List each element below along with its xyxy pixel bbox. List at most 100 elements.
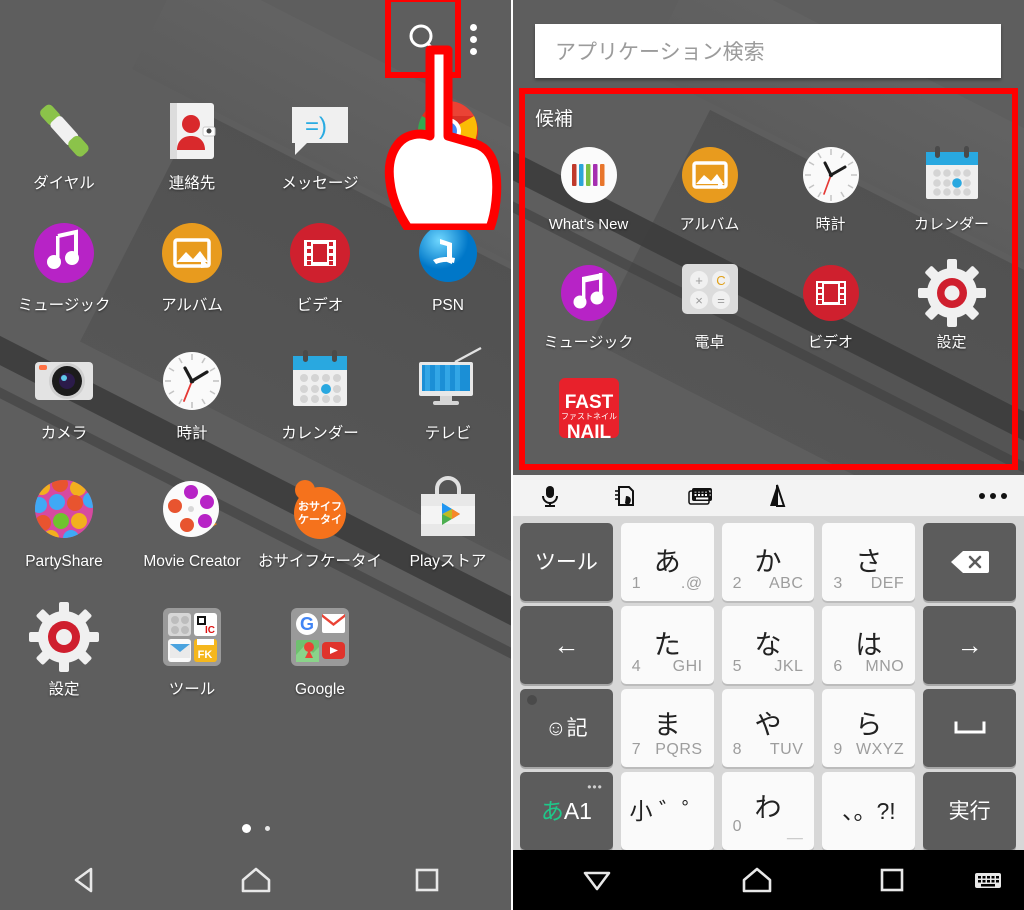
clock-icon bbox=[155, 344, 229, 418]
app-video[interactable]: ビデオ bbox=[256, 212, 384, 340]
cursor-left-key[interactable]: ← bbox=[520, 606, 613, 684]
app-grid-row: カメラ 時計 カレンダー テレビ bbox=[0, 340, 512, 468]
app-clock[interactable]: 時計 bbox=[128, 340, 256, 468]
suggestion-settings[interactable]: 設定 bbox=[891, 258, 1012, 378]
keyboard-row: ツール あ 1 .@ か 2 ABC さ 3 DEF bbox=[516, 523, 1020, 601]
suggestion-calendar[interactable]: カレンダー bbox=[891, 140, 1012, 258]
recents-button[interactable] bbox=[385, 858, 469, 902]
app-play-store[interactable]: Playストア bbox=[384, 468, 512, 596]
cursor-right-key[interactable]: → bbox=[923, 606, 1016, 684]
app-label: ダイヤル bbox=[33, 175, 95, 192]
app-label: アルバム bbox=[161, 297, 223, 314]
keyboard-picker-button[interactable] bbox=[952, 858, 1024, 902]
key-ta[interactable]: た 4 GHI bbox=[620, 606, 714, 684]
whats-new-icon bbox=[554, 140, 624, 210]
svg-text:ファストネイル: ファストネイル bbox=[561, 412, 617, 421]
emoji-symbol-key[interactable]: ☺記 bbox=[520, 689, 613, 767]
more-options-icon[interactable] bbox=[972, 481, 1014, 511]
backspace-key[interactable] bbox=[923, 523, 1016, 601]
small-dakuten-key[interactable]: 小 ゛゜ bbox=[620, 772, 714, 850]
app-tv[interactable]: テレビ bbox=[384, 340, 512, 468]
recents-button[interactable] bbox=[832, 858, 952, 902]
app-label: テレビ bbox=[424, 425, 472, 442]
suggestion-whats-new[interactable]: What's New bbox=[528, 140, 649, 258]
search-placeholder: アプリケーション検索 bbox=[555, 41, 765, 64]
space-key[interactable] bbox=[923, 689, 1016, 767]
app-grid-row: 設定 IC FK ツール G Google bbox=[0, 596, 512, 724]
key-ya[interactable]: や 8 TUV bbox=[721, 689, 815, 767]
voice-input-icon[interactable] bbox=[535, 481, 565, 511]
settings-gear-icon bbox=[917, 258, 987, 328]
hide-keyboard-button[interactable] bbox=[512, 858, 682, 902]
app-contacts[interactable]: 連絡先 bbox=[128, 90, 256, 212]
app-label: PartyShare bbox=[25, 553, 103, 570]
key-ra[interactable]: ら 9 WXYZ bbox=[822, 689, 916, 767]
svg-text:FK: FK bbox=[198, 649, 213, 661]
handwriting-input-icon[interactable] bbox=[610, 481, 640, 511]
back-button[interactable] bbox=[43, 858, 127, 902]
suggestions-row: What's New アルバム 時計 カレンダー bbox=[528, 140, 1012, 258]
app-grid-row: PartyShare Movie Creator おサイフ ケータイ おサイフケー… bbox=[0, 468, 512, 596]
home-button[interactable] bbox=[214, 858, 298, 902]
enter-key[interactable]: 実行 bbox=[923, 772, 1016, 850]
tv-icon bbox=[411, 344, 485, 418]
suggestions-title: 候補 bbox=[535, 109, 574, 130]
app-label: カレンダー bbox=[281, 425, 359, 442]
app-osaifu-keitai[interactable]: おサイフ ケータイ おサイフケータイ bbox=[256, 468, 384, 596]
app-empty-slot bbox=[384, 596, 512, 724]
video-icon bbox=[796, 258, 866, 328]
svg-text:×: × bbox=[695, 293, 703, 308]
key-more-dots: ••• bbox=[587, 780, 603, 794]
app-label: PSN bbox=[432, 297, 464, 314]
app-album[interactable]: アルバム bbox=[128, 212, 256, 340]
suggestion-clock[interactable]: 時計 bbox=[770, 140, 891, 258]
suggestions-row-clipped: FAST ファストネイル NAIL bbox=[528, 378, 1012, 438]
app-label: カメラ bbox=[40, 425, 88, 442]
app-settings[interactable]: 設定 bbox=[0, 596, 128, 724]
key-ka[interactable]: か 2 ABC bbox=[721, 523, 815, 601]
app-music[interactable]: ミュージック bbox=[0, 212, 128, 340]
app-camera[interactable]: カメラ bbox=[0, 340, 128, 468]
folder-google[interactable]: G Google bbox=[256, 596, 384, 724]
page-dot-active[interactable] bbox=[242, 824, 251, 834]
camera-icon bbox=[27, 344, 101, 418]
suggestion-album[interactable]: アルバム bbox=[649, 140, 770, 258]
app-label: おサイフケータイ bbox=[257, 553, 382, 570]
suggestion-label: 時計 bbox=[815, 216, 846, 233]
key-ma[interactable]: ま 7 PQRS bbox=[620, 689, 714, 767]
partyshare-icon bbox=[27, 472, 101, 546]
key-sa[interactable]: さ 3 DEF bbox=[822, 523, 916, 601]
svg-text:おサイフ: おサイフ bbox=[298, 500, 342, 513]
suggestions-row: ミュージック + C × = 電卓 ビデオ 設定 bbox=[528, 258, 1012, 378]
app-calendar[interactable]: カレンダー bbox=[256, 340, 384, 468]
key-a[interactable]: あ 1 .@ bbox=[620, 523, 714, 601]
home-button[interactable] bbox=[682, 858, 832, 902]
punctuation-key[interactable]: 、。?! bbox=[822, 772, 916, 850]
key-na[interactable]: な 5 JKL bbox=[721, 606, 815, 684]
suggestion-calculator[interactable]: + C × = 電卓 bbox=[649, 258, 770, 378]
key-ha[interactable]: は 6 MNO bbox=[822, 606, 916, 684]
input-mode-key[interactable]: ••• あA1 bbox=[520, 772, 613, 850]
tools-folder-icon: IC FK bbox=[155, 600, 229, 674]
phone-dialer-icon bbox=[27, 94, 101, 168]
screenshot-root: ダイヤル 連絡先 =) メッセージ ミュージック アルバム ビデオ PSN カメ… bbox=[0, 0, 1024, 910]
contacts-icon bbox=[155, 94, 229, 168]
suggestion-fastnail[interactable]: FAST ファストネイル NAIL bbox=[528, 378, 649, 438]
leaf-badge-icon[interactable] bbox=[762, 481, 792, 511]
app-dialer[interactable]: ダイヤル bbox=[0, 90, 128, 212]
search-input[interactable]: アプリケーション検索 bbox=[535, 24, 1001, 78]
suggestion-video[interactable]: ビデオ bbox=[770, 258, 891, 378]
svg-text:+: + bbox=[695, 273, 703, 288]
app-psn[interactable]: PSN bbox=[384, 212, 512, 340]
keyboard-switch-icon[interactable] bbox=[686, 481, 716, 511]
key-wa[interactable]: わ 0 ＿ bbox=[721, 772, 815, 850]
google-folder-icon: G bbox=[283, 600, 357, 674]
tool-key[interactable]: ツール bbox=[520, 523, 613, 601]
suggestion-music[interactable]: ミュージック bbox=[528, 258, 649, 378]
page-dot[interactable] bbox=[265, 826, 270, 832]
app-label: Movie Creator bbox=[143, 553, 241, 570]
app-movie-creator[interactable]: Movie Creator bbox=[128, 468, 256, 596]
folder-tools[interactable]: IC FK ツール bbox=[128, 596, 256, 724]
app-partyshare[interactable]: PartyShare bbox=[0, 468, 128, 596]
pointing-hand-cursor bbox=[364, 40, 512, 230]
